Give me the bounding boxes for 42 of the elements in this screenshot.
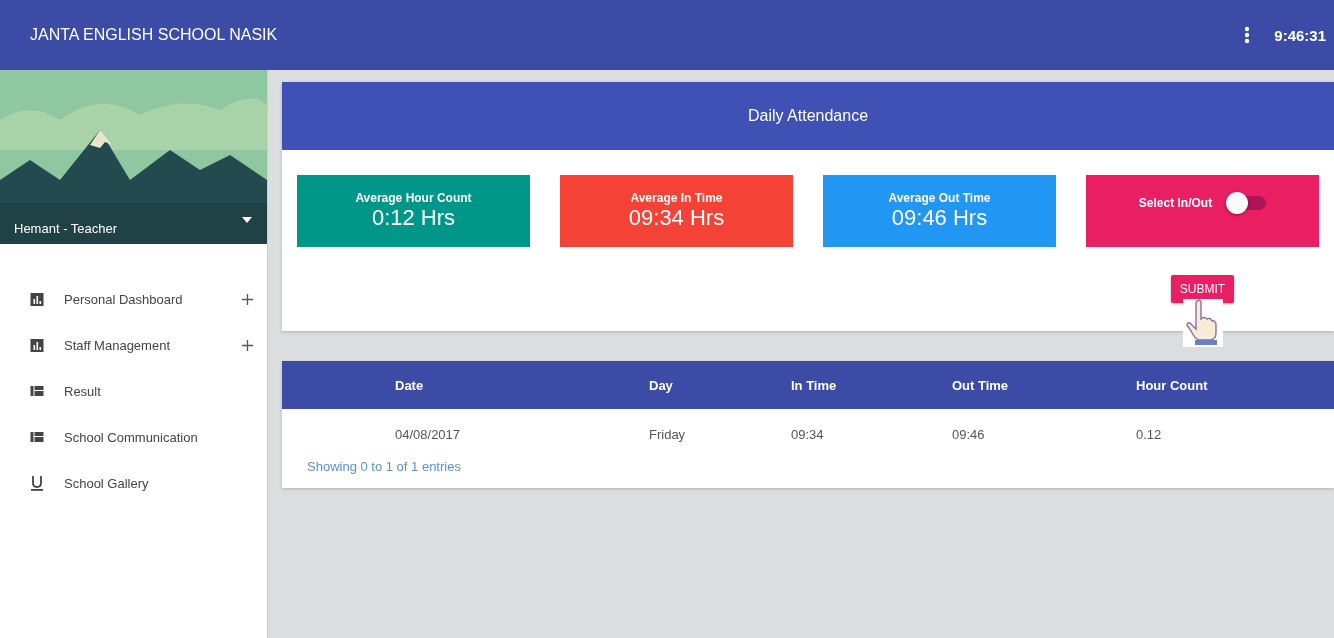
sidebar-item[interactable]: Personal Dashboard [0,276,267,322]
column-header: In Time [791,377,838,393]
sidebar-item[interactable]: School Gallery [0,460,267,506]
entries-info: Showing 0 to 1 of 1 entries [306,459,462,476]
toggle-label: Select In/Out [1138,196,1213,210]
plus-icon[interactable] [242,293,253,305]
table-cell-text: 09:46 [952,426,986,442]
profile-name[interactable]: Hemant - Teacher [14,221,118,236]
more-menu-icon[interactable] [1244,26,1251,44]
column-header: Out Time [952,377,1010,393]
sidebar-item-label: School Gallery [64,475,150,491]
table-cell-text: 09:34 [791,426,825,442]
column-header: Date [395,377,425,393]
sidebar-item-label: School Communication [64,429,199,445]
column-header: Hour Count [1136,377,1209,393]
school-title: JANTA ENGLISH SCHOOL NASIK [30,26,278,44]
sidebar-item[interactable]: School Communication [0,414,267,460]
list-icon [30,432,44,442]
column-header: Day [649,377,674,393]
sidebar-item-label: Result [64,383,102,399]
card-title: Daily Attendance [747,107,869,125]
sidebar-item[interactable]: Staff Management [0,322,267,368]
bar-chart-icon [30,338,44,352]
stat-value: 09:34 Hrs [628,205,725,231]
caret-icon[interactable] [242,217,252,223]
stat-label: Average In Time [630,191,723,205]
table-cell-text: 0.12 [1136,426,1163,442]
sidebar-item[interactable]: Result [0,368,267,414]
underline-icon [30,475,44,491]
submit-button[interactable]: SUBMIT [1170,275,1235,303]
table-cell-text: 04/08/2017 [395,426,462,442]
table-cell-text: Friday [649,426,687,442]
stat-value: 0:12 Hrs [371,205,456,231]
stat-label: Average Hour Count [355,191,472,205]
stat-value: 09:46 Hrs [891,205,988,231]
list-icon [30,386,44,396]
sidebar-item-label: Personal Dashboard [64,291,184,307]
sidebar-item-label: Staff Management [64,337,171,353]
clock-time: 9:46:31 [1274,26,1326,44]
stat-label: Average Out Time [888,191,991,205]
bar-chart-icon [30,292,44,306]
plus-icon[interactable] [242,339,253,351]
